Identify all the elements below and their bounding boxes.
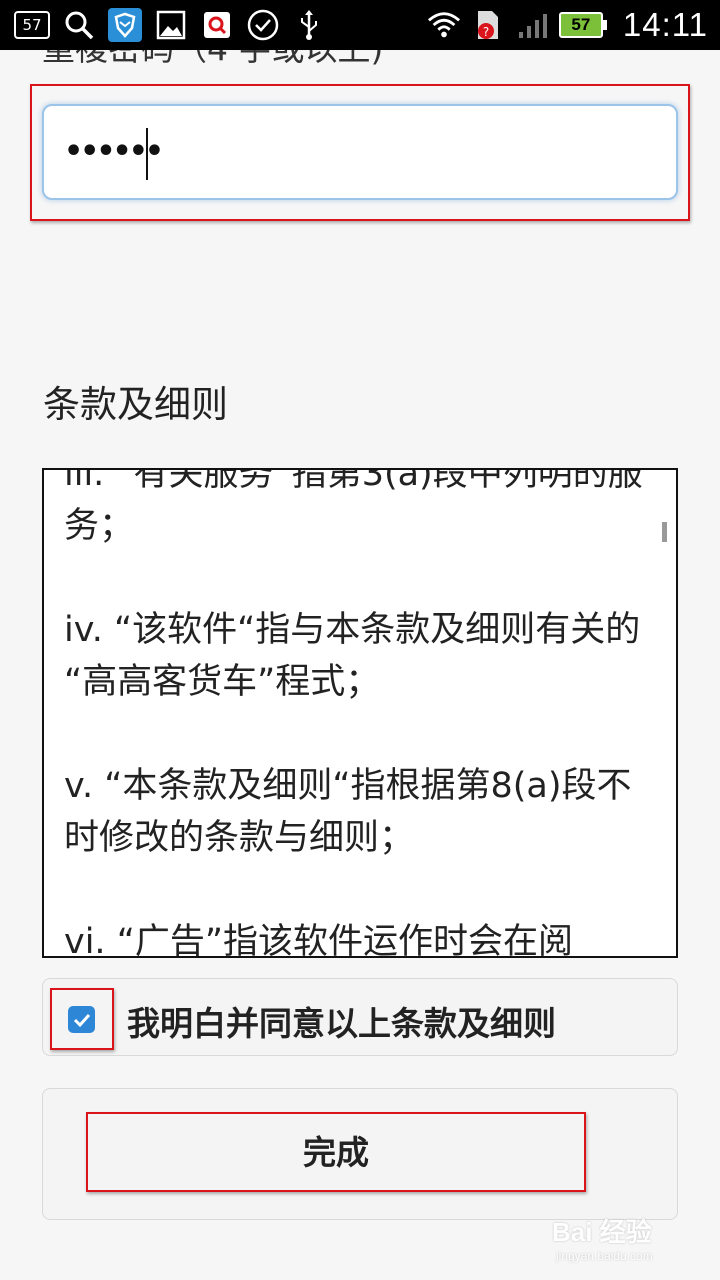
watermark-url: jingyan.baidu.com [556, 1249, 653, 1263]
watermark-logo-text: Bai 经验 [552, 1217, 652, 1247]
signal-icon [515, 8, 549, 42]
shield-app-icon [108, 8, 142, 42]
battery-level: 57 [558, 12, 603, 38]
terms-paragraph: v. “本条款及细则“指根据第8(a)段不时修改的条款与细则； [64, 766, 632, 858]
terms-text: iii. “有关服务”指第3(a)段中列明的服务； iv. “该软件“指与本条款… [64, 468, 664, 958]
terms-scrollbar[interactable] [662, 522, 667, 542]
registration-form: 重複密码（4 字或以上) •••••• 条款及细则 iii. “有关服务”指第3… [0, 50, 720, 1280]
repeat-password-input[interactable]: •••••• [42, 104, 678, 200]
status-bar: 57 ? 57 14:11 [0, 0, 720, 50]
done-button[interactable]: 完成 [86, 1126, 586, 1174]
app-search-icon [200, 8, 234, 42]
status-bar-system: ? 57 14:11 [427, 6, 708, 44]
terms-title: 条款及细则 [43, 383, 228, 426]
checkmark-icon [73, 1013, 90, 1027]
battery-icon: 57 [558, 12, 607, 38]
wifi-icon [427, 8, 461, 42]
terms-paragraph: iii. “有关服务”指第3(a)段中列明的服务； [64, 468, 643, 546]
usb-icon [292, 8, 326, 42]
agree-terms-label[interactable]: 我明白并同意以上条款及细则 [127, 997, 556, 1045]
terms-scroll-area[interactable]: iii. “有关服务”指第3(a)段中列明的服务； iv. “该软件“指与本条款… [42, 468, 678, 958]
sim-error-icon: ? [471, 8, 505, 42]
status-clock: 14:11 [622, 6, 708, 43]
repeat-password-label: 重複密码（4 字或以上) [42, 50, 383, 70]
baidu-jingyan-watermark: Bai 经验 jingyan.baidu.com [552, 1212, 653, 1263]
terms-paragraph: vi. “广告”指该软件运作时会在阅 [64, 922, 573, 958]
check-circle-icon [246, 8, 280, 42]
status-bar-notifications: 57 [14, 6, 326, 44]
notification-count-icon: 57 [14, 11, 50, 39]
search-icon [62, 8, 96, 42]
svg-text:?: ? [483, 25, 489, 39]
agree-checkbox[interactable] [68, 1006, 95, 1033]
gallery-icon [154, 8, 188, 42]
text-cursor [146, 128, 148, 180]
terms-paragraph: iv. “该软件“指与本条款及细则有关的 “高高客货车”程式； [64, 610, 641, 702]
